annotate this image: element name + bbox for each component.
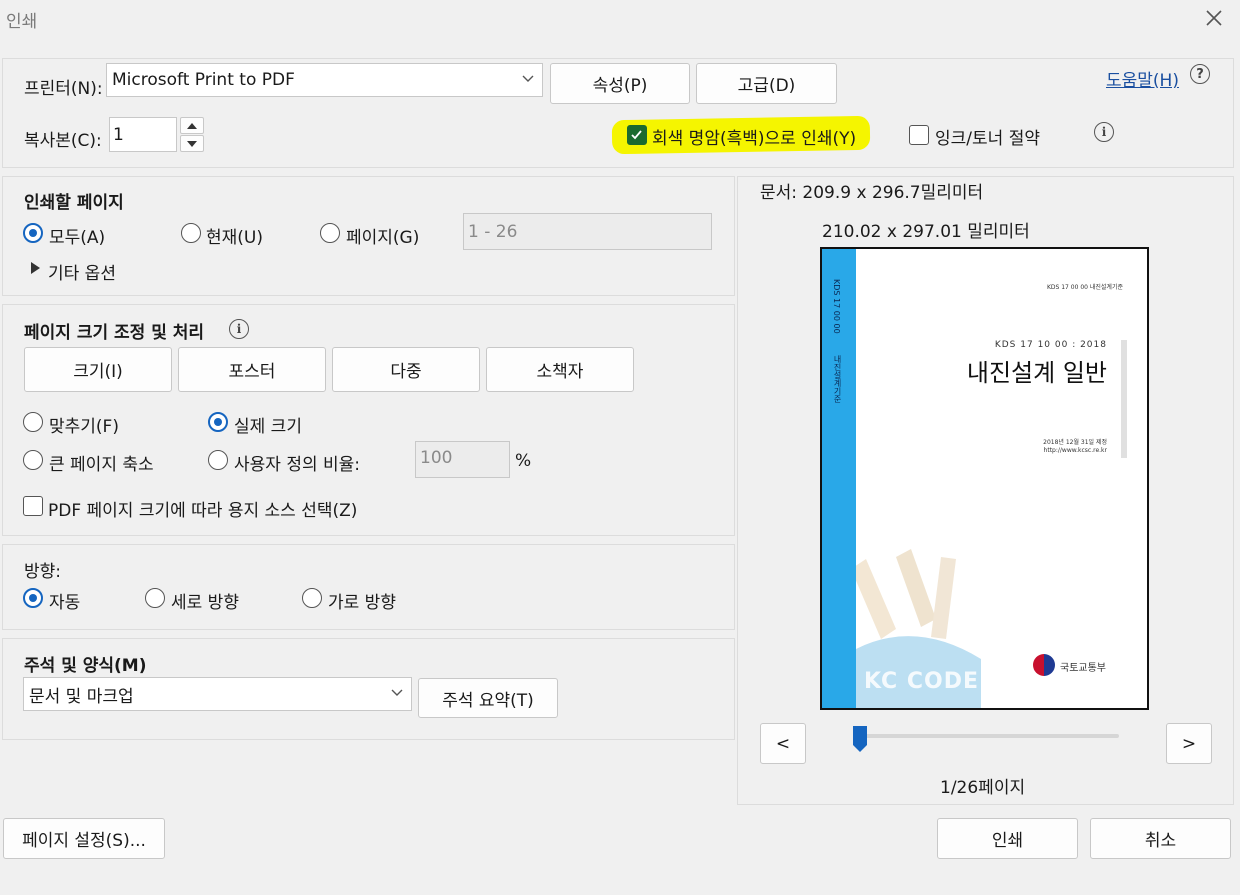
pages-range-label[interactable]: 페이지(G)	[346, 223, 419, 248]
orientation-portrait-label[interactable]: 세로 방향	[171, 588, 239, 613]
copies-label: 복사본(C):	[24, 131, 102, 151]
document-size-label: 문서: 209.9 x 296.7밀리미터	[760, 183, 984, 203]
chevron-down-icon	[187, 140, 197, 147]
chevron-up-icon	[187, 122, 197, 129]
preview-side-text-2: 내진설계기준	[833, 355, 842, 403]
comments-select[interactable]: 문서 및 마크업	[23, 677, 412, 711]
paper-source-checkbox[interactable]	[23, 496, 43, 516]
percent-sign: %	[515, 451, 532, 471]
preview-url-text: http://www.kcsc.re.kr	[1043, 447, 1107, 454]
pages-all-label[interactable]: 모두(A)	[49, 223, 105, 248]
actual-size-radio[interactable]	[208, 412, 228, 432]
next-page-button[interactable]: >	[1166, 723, 1212, 764]
comments-select-value: 문서 및 마크업	[29, 686, 134, 707]
tab-size[interactable]: 크기(I)	[24, 347, 172, 392]
copies-increment-button[interactable]	[180, 117, 204, 134]
tab-poster[interactable]: 포스터	[178, 347, 326, 392]
previous-page-button[interactable]: <	[760, 723, 806, 764]
help-link[interactable]: 도움말(H)	[1106, 66, 1179, 91]
custom-scale-value: 100	[420, 448, 453, 468]
cancel-button[interactable]: 취소	[1090, 818, 1231, 859]
comments-heading: 주석 및 양식(M)	[24, 656, 147, 676]
window-title: 인쇄	[6, 12, 38, 32]
preview-code-text: KDS 17 10 00 : 2018	[994, 340, 1107, 350]
info-icon[interactable]: i	[1094, 122, 1114, 142]
grayscale-checkbox[interactable]	[627, 125, 647, 145]
info-icon[interactable]: i	[229, 319, 249, 339]
copies-value: 1	[113, 124, 124, 145]
properties-button[interactable]: 속성(P)	[550, 63, 690, 104]
printer-select-value: Microsoft Print to PDF	[112, 70, 295, 90]
page-range-placeholder: 1 - 26	[468, 222, 518, 242]
copies-decrement-button[interactable]	[180, 135, 204, 152]
chevron-down-icon	[391, 689, 403, 696]
page-sizing-heading: 페이지 크기 조정 및 처리	[24, 323, 205, 343]
preview-title-bar	[1121, 340, 1127, 458]
grayscale-label[interactable]: 회색 명암(흑백)으로 인쇄(Y)	[652, 124, 856, 149]
checkmark-icon	[631, 130, 642, 140]
help-icon[interactable]: ?	[1190, 64, 1210, 84]
orientation-heading: 방향:	[24, 562, 62, 582]
tab-multiple[interactable]: 다중	[332, 347, 480, 392]
page-setup-button[interactable]: 페이지 설정(S)...	[3, 818, 165, 859]
expand-triangle-icon[interactable]	[31, 262, 40, 274]
shrink-radio[interactable]	[23, 450, 43, 470]
page-indicator: 1/26페이지	[940, 778, 1026, 798]
page-range-input[interactable]: 1 - 26	[463, 213, 712, 250]
custom-scale-label[interactable]: 사용자 정의 비율:	[234, 450, 360, 475]
print-button[interactable]: 인쇄	[937, 818, 1078, 859]
preview-title-text: 내진설계 일반	[966, 359, 1107, 387]
printer-select[interactable]: Microsoft Print to PDF	[106, 63, 543, 97]
fit-label[interactable]: 맞추기(F)	[49, 412, 119, 437]
ink-saver-label[interactable]: 잉크/토너 절약	[935, 124, 1040, 149]
paper-source-label[interactable]: PDF 페이지 크기에 따라 용지 소스 선택(Z)	[48, 496, 357, 521]
copies-input[interactable]: 1	[109, 117, 177, 152]
preview-date-text: 2018년 12월 31일 제정	[1043, 439, 1107, 446]
pages-range-radio[interactable]	[320, 223, 340, 243]
preview-side-text-1: KDS 17 00 00	[832, 279, 841, 334]
page-preview: KDS 17 00 00 내진설계기준 KDS 17 00 00 내진설계기준 …	[820, 247, 1149, 710]
shrink-label[interactable]: 큰 페이지 축소	[49, 450, 154, 475]
more-options-label[interactable]: 기타 옵션	[48, 259, 116, 284]
ink-saver-checkbox[interactable]	[909, 125, 929, 145]
orientation-auto-label[interactable]: 자동	[49, 588, 80, 613]
pages-heading: 인쇄할 페이지	[24, 193, 124, 213]
orientation-auto-radio[interactable]	[23, 588, 43, 608]
chevron-down-icon	[522, 75, 534, 82]
pages-all-radio[interactable]	[23, 223, 43, 243]
page-slider-track[interactable]	[856, 734, 1119, 738]
ministry-logo-icon	[1033, 654, 1055, 676]
tab-booklet[interactable]: 소책자	[486, 347, 634, 392]
custom-scale-radio[interactable]	[208, 450, 228, 470]
close-icon[interactable]	[1202, 6, 1226, 30]
orientation-landscape-label[interactable]: 가로 방향	[328, 588, 396, 613]
preview-header-text: KDS 17 00 00 내진설계기준	[1046, 284, 1123, 291]
orientation-landscape-radio[interactable]	[302, 588, 322, 608]
orientation-panel	[2, 544, 735, 630]
pages-current-label[interactable]: 현재(U)	[206, 223, 263, 248]
page-slider-thumb[interactable]	[852, 725, 868, 753]
preview-ministry-text: 국토교통부	[1060, 663, 1106, 674]
advanced-button[interactable]: 고급(D)	[696, 63, 837, 104]
orientation-portrait-radio[interactable]	[145, 588, 165, 608]
fit-radio[interactable]	[23, 412, 43, 432]
pages-current-radio[interactable]	[181, 223, 201, 243]
actual-size-label[interactable]: 실제 크기	[234, 412, 302, 437]
summarize-comments-button[interactable]: 주석 요약(T)	[418, 678, 558, 718]
custom-scale-input[interactable]: 100	[415, 441, 510, 478]
preview-brand-text: KC CODE	[864, 669, 980, 694]
printer-label: 프린터(N):	[24, 79, 103, 99]
paper-size-label: 210.02 x 297.01 밀리미터	[822, 222, 1030, 242]
